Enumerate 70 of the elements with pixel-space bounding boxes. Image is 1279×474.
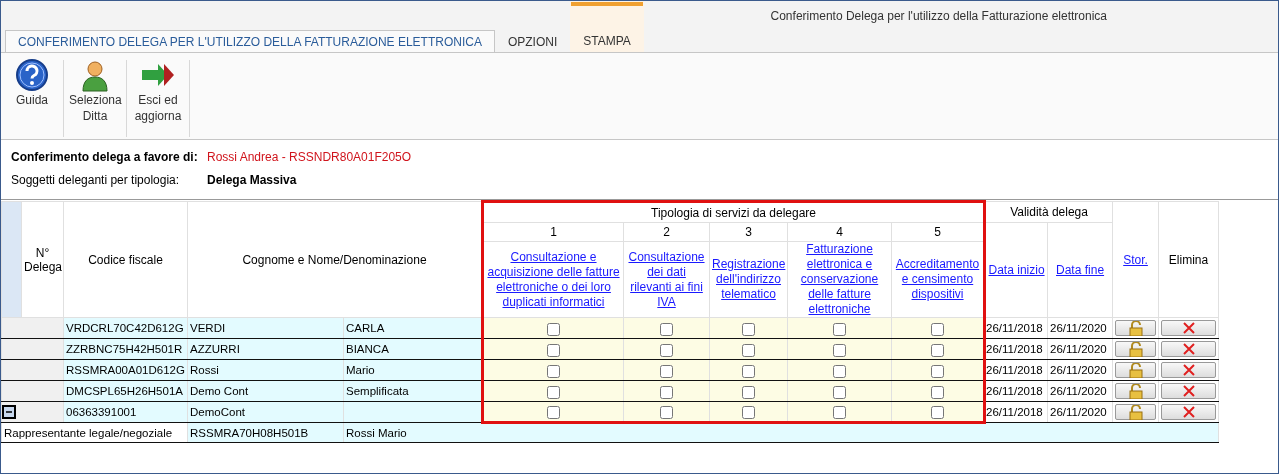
- checkbox[interactable]: [833, 322, 846, 336]
- padlock-icon: [1127, 404, 1144, 420]
- lock-button[interactable]: [1115, 341, 1157, 357]
- checkbox[interactable]: [660, 343, 673, 357]
- checkbox[interactable]: [742, 343, 755, 357]
- lock-button[interactable]: [1115, 404, 1157, 420]
- column-header-link[interactable]: Data inizio: [988, 263, 1046, 277]
- checkbox[interactable]: [660, 406, 673, 419]
- field-value: Rossi Andrea - RSSNDR80A01F205O: [207, 150, 413, 166]
- field-value: Delega Massiva: [207, 173, 298, 189]
- checkbox[interactable]: [547, 364, 560, 378]
- delete-button[interactable]: [1161, 320, 1217, 336]
- lock-button[interactable]: [1115, 383, 1157, 399]
- checkbox[interactable]: [833, 343, 846, 357]
- column-header: Cognome e Nome/Denominazione: [187, 201, 483, 318]
- help-button[interactable]: Guida: [1, 58, 63, 139]
- column-group-header: Validità delega: [984, 201, 1113, 223]
- padlock-icon: [1127, 320, 1144, 336]
- checkbox[interactable]: [742, 406, 755, 419]
- checkbox[interactable]: [660, 385, 673, 399]
- checkbox[interactable]: [833, 406, 846, 419]
- padlock-icon: [1127, 383, 1144, 399]
- checkbox[interactable]: [547, 322, 560, 336]
- column-header: Elimina: [1158, 201, 1219, 318]
- checkbox[interactable]: [931, 343, 945, 357]
- delete-button[interactable]: [1161, 362, 1217, 378]
- checkbox[interactable]: [660, 364, 673, 378]
- column-header-link[interactable]: Data fine: [1050, 263, 1111, 277]
- checkbox[interactable]: [742, 385, 755, 399]
- delete-icon: [1182, 385, 1195, 397]
- ribbon-tab[interactable]: STAMPA: [570, 1, 644, 52]
- delete-icon: [1182, 364, 1195, 376]
- checkbox[interactable]: [833, 385, 846, 399]
- table-cell: Rossi Mario: [343, 422, 1219, 443]
- column-header: Codice fiscale: [63, 201, 188, 318]
- delete-button[interactable]: [1161, 404, 1217, 420]
- table-cell: Rappresentante legale/negoziale: [1, 422, 188, 443]
- lock-button[interactable]: [1115, 320, 1157, 336]
- checkbox[interactable]: [931, 322, 945, 336]
- delete-icon: [1182, 343, 1195, 355]
- field-label: Conferimento delega a favore di:: [11, 150, 199, 166]
- checkbox[interactable]: [742, 322, 755, 336]
- select-company-button[interactable]: Seleziona Ditta: [64, 58, 126, 139]
- delete-button[interactable]: [1161, 341, 1217, 357]
- checkbox[interactable]: [547, 385, 560, 399]
- lock-button[interactable]: [1115, 362, 1157, 378]
- minus-icon: [5, 408, 13, 416]
- column-header: N° Delega: [21, 201, 64, 318]
- field-label: Soggetti deleganti per tipologia:: [11, 173, 181, 189]
- checkbox[interactable]: [742, 364, 755, 378]
- checkbox[interactable]: [547, 343, 560, 357]
- checkbox[interactable]: [931, 364, 945, 378]
- checkbox[interactable]: [660, 322, 673, 336]
- ribbon-tab[interactable]: CONFERIMENTO DELEGA PER L'UTILIZZO DELLA FATTURAZIONE ELETTRONICA: [5, 30, 495, 52]
- checkbox[interactable]: [547, 406, 560, 419]
- delete-icon: [1182, 406, 1195, 418]
- checkbox[interactable]: [931, 406, 945, 419]
- delete-icon: [1182, 322, 1195, 334]
- padlock-icon: [1127, 362, 1144, 378]
- delete-button[interactable]: [1161, 383, 1217, 399]
- help-icon: [15, 58, 49, 92]
- checkbox[interactable]: [833, 364, 846, 378]
- window-title: Conferimento Delega per l'utilizzo della Fatturazione elettronica: [770, 8, 1107, 23]
- history-link[interactable]: Stor.: [1115, 252, 1157, 267]
- ribbon-tab[interactable]: OPZIONI: [494, 30, 571, 52]
- column-group-header: Tipologia di servizi da delegare: [482, 201, 985, 223]
- exit-button[interactable]: Esci ed aggiorna: [127, 58, 189, 139]
- padlock-icon: [1127, 341, 1144, 357]
- checkbox[interactable]: [931, 385, 945, 399]
- collapse-button[interactable]: [2, 405, 16, 419]
